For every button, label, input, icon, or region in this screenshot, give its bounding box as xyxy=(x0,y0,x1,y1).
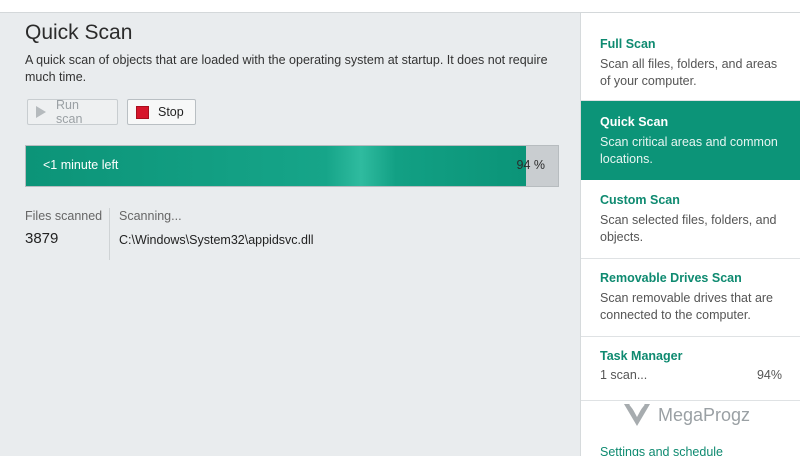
files-scanned-value: 3879 xyxy=(25,230,59,247)
sidebar-item-title: Removable Drives Scan xyxy=(600,271,742,285)
task-manager-status: 1 scan... 94% xyxy=(600,368,782,382)
run-scan-button[interactable]: Run scan xyxy=(27,98,118,126)
play-icon xyxy=(36,106,46,118)
run-scan-label: Run scan xyxy=(56,98,83,126)
sidebar-item-full-scan[interactable]: Full Scan Scan all files, folders, and a… xyxy=(581,13,800,101)
progress-percent: 94 % xyxy=(516,158,546,172)
files-scanned-label: Files scanned xyxy=(25,209,103,223)
sidebar-item-desc: Scan removable drives that are connected… xyxy=(600,291,774,322)
settings-schedule-link[interactable]: Settings and schedule xyxy=(600,445,723,456)
sidebar: Full Scan Scan all files, folders, and a… xyxy=(580,13,800,456)
sidebar-item-task-manager[interactable]: Task Manager 1 scan... 94% xyxy=(581,337,800,401)
scanning-status-label: Scanning... xyxy=(119,209,182,223)
stop-label: Stop xyxy=(158,105,184,119)
sidebar-item-title: Full Scan xyxy=(600,37,656,51)
stop-icon xyxy=(136,105,149,119)
sidebar-item-quick-scan[interactable]: Quick Scan Scan critical areas and commo… xyxy=(581,101,800,180)
sidebar-item-title: Custom Scan xyxy=(600,193,680,207)
task-manager-count: 1 scan... xyxy=(600,368,648,382)
sidebar-item-desc: Scan selected files, folders, and object… xyxy=(600,213,777,244)
time-left-label: <1 minute left xyxy=(43,158,119,172)
top-strip xyxy=(0,0,800,13)
task-manager-percent: 94% xyxy=(756,368,782,382)
stat-divider xyxy=(109,208,110,260)
watermark-text: MegaProgz xyxy=(658,404,751,425)
sidebar-item-removable-drives-scan[interactable]: Removable Drives Scan Scan removable dri… xyxy=(581,259,800,337)
scan-progress-bar: <1 minute left 94 % xyxy=(25,145,559,187)
page-description: A quick scan of objects that are loaded … xyxy=(25,53,548,84)
current-file-path: C:\Windows\System32\appidsvc.dll xyxy=(119,233,314,247)
sidebar-item-title: Task Manager xyxy=(600,349,683,363)
sidebar-item-desc: Scan critical areas and common locations… xyxy=(600,135,778,166)
watermark: MegaProgz xyxy=(622,400,750,430)
sidebar-item-custom-scan[interactable]: Custom Scan Scan selected files, folders… xyxy=(581,180,800,259)
stop-button[interactable]: Stop xyxy=(127,99,196,125)
page-title: Quick Scan xyxy=(25,21,133,44)
megaprogz-logo-icon xyxy=(624,403,650,426)
sidebar-item-title: Quick Scan xyxy=(600,115,669,129)
sidebar-item-desc: Scan all files, folders, and areas of yo… xyxy=(600,57,778,88)
